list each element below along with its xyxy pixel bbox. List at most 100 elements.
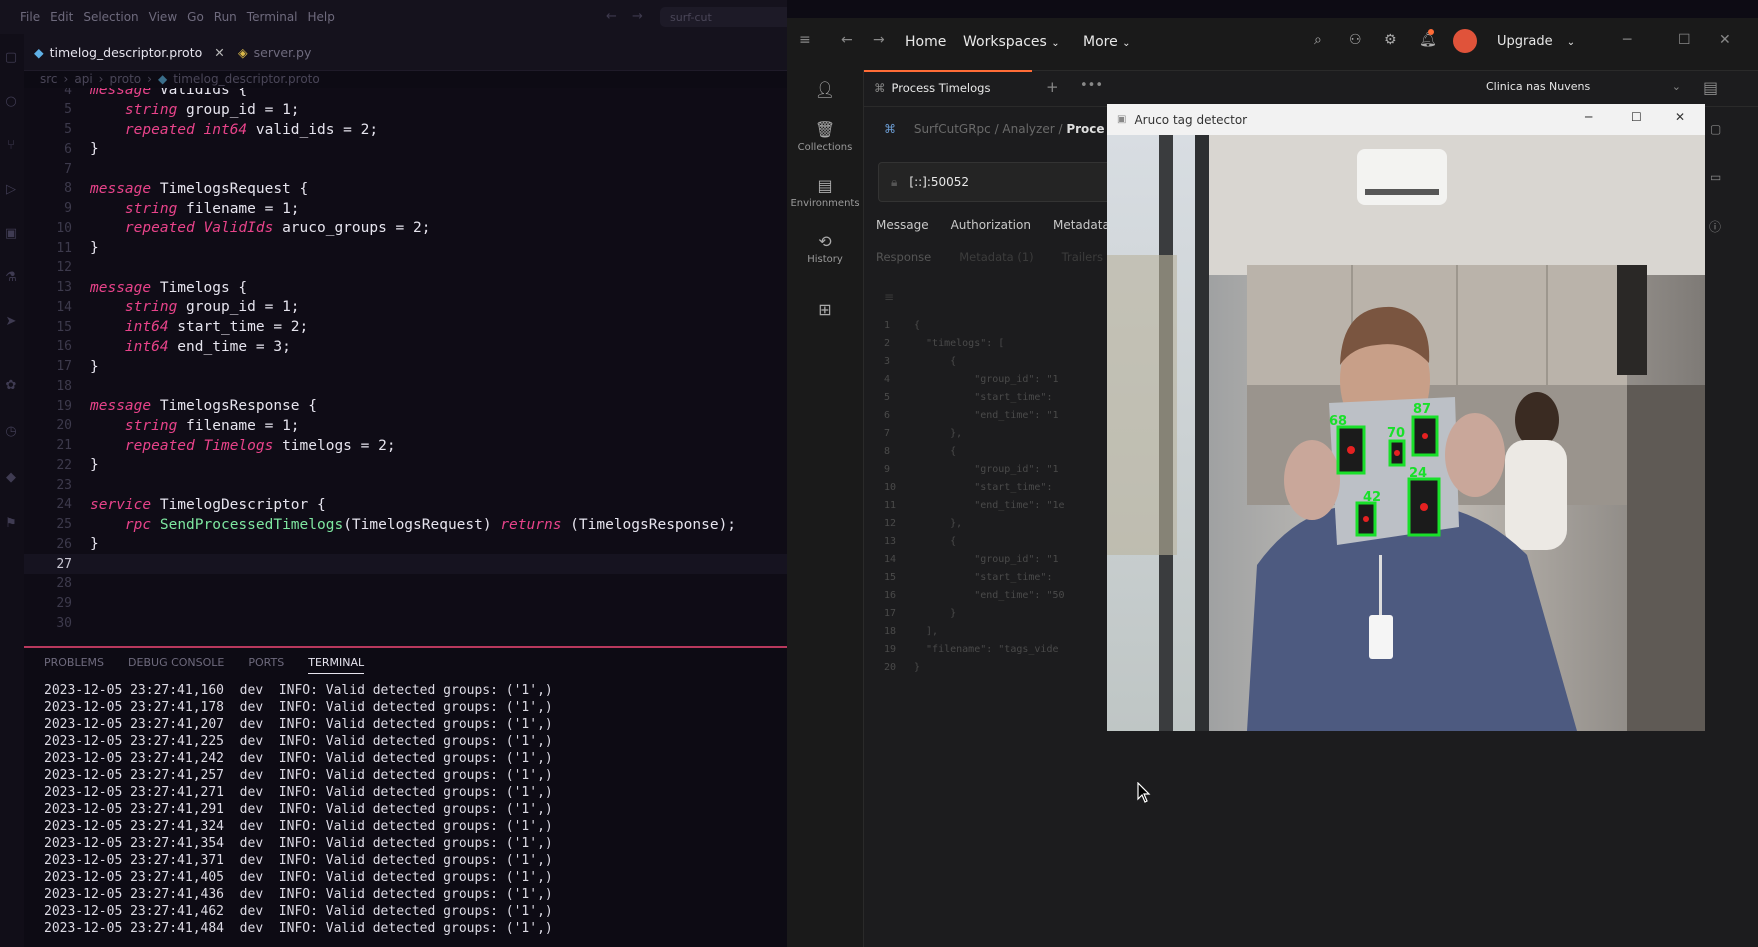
remote-icon[interactable]: ➤ <box>3 314 19 330</box>
code-line[interactable]: 13 message Timelogs { <box>24 278 787 298</box>
menu-item-edit[interactable]: Edit <box>50 10 73 24</box>
code-line[interactable]: 11} <box>24 238 787 258</box>
nav-more[interactable]: More ⌄ <box>1083 34 1131 50</box>
forward-arrow-icon[interactable]: → <box>873 32 885 48</box>
info-icon[interactable]: ⓘ <box>1709 218 1721 235</box>
code-line[interactable]: 16 int64 end_time = 3; <box>24 337 787 357</box>
sidebar-item-environments[interactable]: ▤ Environments <box>787 176 863 209</box>
code-line[interactable]: 21 repeated Timelogs timelogs = 2; <box>24 436 787 456</box>
code-line[interactable]: 5 string group_id = 1; <box>24 100 787 120</box>
new-tab-plus-icon[interactable]: + <box>1046 78 1059 96</box>
code-line[interactable]: 30 <box>24 613 787 633</box>
code-line[interactable]: 17} <box>24 357 787 377</box>
code-line[interactable]: 7 <box>24 159 787 179</box>
code-line[interactable]: 20 string filename = 1; <box>24 416 787 436</box>
menu-item-go[interactable]: Go <box>187 10 204 24</box>
explorer-icon[interactable]: ▢ <box>3 50 19 66</box>
tab-server-py[interactable]: ◈ server.py <box>238 34 311 70</box>
server-url-input[interactable]: 🔒︎ [::]:50052 <box>878 162 1118 202</box>
extensions-icon[interactable]: ▣ <box>3 226 19 242</box>
sidebar-item-user[interactable]: 👤︎ <box>787 80 863 102</box>
code-line[interactable]: 8 message TimelogsRequest { <box>24 179 787 199</box>
code-editor[interactable]: 4 message ValidIds {5 string group_id = 1… <box>24 88 787 646</box>
tab-process-timelogs[interactable]: ⌘ Process Timelogs <box>864 70 1032 104</box>
breadcrumb-item[interactable]: Proce <box>1066 122 1104 136</box>
nav-back-icon[interactable]: ← <box>606 9 617 24</box>
code-line[interactable]: 5 repeated int64 valid_ids = 2; <box>24 120 787 140</box>
maximize-icon[interactable]: ☐ <box>1678 32 1691 48</box>
code-line[interactable]: 19 message TimelogsResponse { <box>24 396 787 416</box>
menu-icon[interactable]: ≡ <box>799 32 811 48</box>
docs-icon[interactable]: ▢ <box>1710 122 1721 136</box>
environment-quicklook-icon[interactable]: ▤ <box>1703 78 1718 97</box>
terminal-output[interactable]: 2023-12-05 23:27:41,160 dev INFO: Valid … <box>44 682 553 937</box>
code-line[interactable]: 6} <box>24 139 787 159</box>
tab-message[interactable]: Message <box>876 218 929 232</box>
comments-icon[interactable]: ▭ <box>1710 170 1721 184</box>
response-body[interactable]: 1 {2 "timelogs": [3 {4 "group_id": "1 5 "s… <box>884 320 1104 690</box>
menu-item-help[interactable]: Help <box>308 10 335 24</box>
close-icon[interactable]: ✕ <box>1719 32 1731 48</box>
code-line[interactable]: 4 message ValidIds { <box>24 88 787 100</box>
menu-item-file[interactable]: File <box>20 10 40 24</box>
tab-terminal[interactable]: TERMINAL <box>308 656 365 674</box>
workspace-selector[interactable]: Clinica nas Nuvens ⌄ <box>1486 80 1681 93</box>
tab-problems[interactable]: PROBLEMS <box>44 656 104 674</box>
breadcrumb-item[interactable]: api <box>74 72 92 86</box>
tab-trailers[interactable]: Trailers <box>1062 250 1103 264</box>
nav-home[interactable]: Home <box>905 34 946 50</box>
run-debug-icon[interactable]: ▷ <box>3 182 19 198</box>
code-line[interactable]: 25 rpc SendProcessedTimelogs(TimelogsReq… <box>24 515 787 535</box>
tab-debug-console[interactable]: DEBUG CONSOLE <box>128 656 224 674</box>
flag-icon[interactable]: ⚑ <box>3 516 19 532</box>
code-line[interactable]: 29 <box>24 594 787 614</box>
testing-icon[interactable]: ⚗ <box>3 270 19 286</box>
tab-ports[interactable]: PORTS <box>248 656 284 674</box>
avatar[interactable] <box>1453 29 1477 53</box>
back-arrow-icon[interactable]: ← <box>841 32 853 48</box>
settings-gear-icon[interactable]: ⚙ <box>1384 32 1397 48</box>
breadcrumb-item[interactable]: SurfCutGRpc <box>914 122 991 136</box>
code-line[interactable]: 24 service TimelogDescriptor { <box>24 495 787 515</box>
source-control-icon[interactable]: ⑂ <box>3 138 19 154</box>
tab-timelog-descriptor[interactable]: ◆ timelog_descriptor.proto ✕ <box>34 34 225 70</box>
nav-forward-icon[interactable]: → <box>632 9 643 24</box>
maximize-icon[interactable]: ☐ <box>1631 110 1642 124</box>
minimize-icon[interactable]: ─ <box>1585 110 1592 124</box>
code-line[interactable]: 26} <box>24 534 787 554</box>
tab-response-metadata[interactable]: Metadata (1) <box>959 250 1033 264</box>
puzzle-icon[interactable]: ✿ <box>3 378 19 394</box>
code-line[interactable]: 23 <box>24 475 787 495</box>
code-line[interactable]: 9 string filename = 1; <box>24 199 787 219</box>
code-line[interactable]: 10 repeated ValidIds aruco_groups = 2; <box>24 218 787 238</box>
code-line[interactable]: 27 <box>24 554 787 574</box>
menu-item-run[interactable]: Run <box>214 10 237 24</box>
invite-user-icon[interactable]: ⚇ <box>1349 32 1362 48</box>
vscode-command-center[interactable]: surf-cut <box>660 7 787 27</box>
sidebar-item-collections[interactable]: 🗑︎ Collections <box>787 120 863 153</box>
nav-workspaces[interactable]: Workspaces ⌄ <box>963 34 1060 50</box>
breadcrumb-item[interactable]: timelog_descriptor.proto <box>173 72 320 86</box>
search-icon[interactable]: ⌕ <box>1314 32 1322 48</box>
aruco-titlebar[interactable]: ▣ Aruco tag detector ─ ☐ ✕ <box>1107 104 1705 136</box>
menu-item-selection[interactable]: Selection <box>83 10 138 24</box>
breadcrumb-item[interactable]: src <box>40 72 58 86</box>
code-line[interactable]: 18 <box>24 376 787 396</box>
code-line[interactable]: 12 <box>24 258 787 278</box>
sidebar-item-apps[interactable]: ⊞ <box>787 300 863 322</box>
search-icon[interactable]: ○ <box>3 94 19 110</box>
minimize-icon[interactable]: ─ <box>1623 32 1631 48</box>
code-line[interactable]: 15 int64 start_time = 2; <box>24 317 787 337</box>
tab-response[interactable]: Response <box>876 250 931 264</box>
tab-authorization[interactable]: Authorization <box>951 218 1031 232</box>
code-line[interactable]: 22} <box>24 455 787 475</box>
code-line[interactable]: 14 string group_id = 1; <box>24 297 787 317</box>
close-icon[interactable]: ✕ <box>1675 110 1685 124</box>
menu-item-terminal[interactable]: Terminal <box>247 10 298 24</box>
close-icon[interactable]: ✕ <box>214 45 224 60</box>
menu-item-view[interactable]: View <box>149 10 177 24</box>
sidebar-item-history[interactable]: ⟲ History <box>787 232 863 265</box>
wrap-lines-icon[interactable]: ≡ <box>884 290 894 304</box>
more-tabs-icon[interactable]: ••• <box>1080 78 1103 93</box>
git-icon[interactable]: ◆ <box>3 470 19 486</box>
